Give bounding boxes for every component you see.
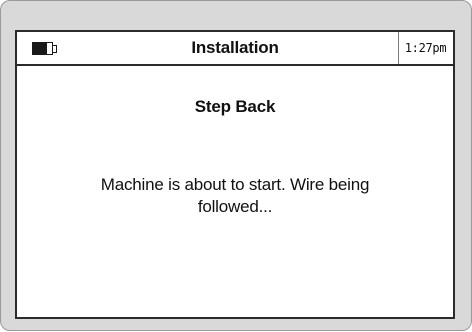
status-bar: Installation 1:27pm: [17, 32, 453, 66]
screen-title: Installation: [191, 38, 279, 57]
clock-time: 1:27pm: [404, 41, 447, 55]
step-heading: Step Back: [194, 97, 276, 116]
display-screen: Installation 1:27pm Step Back Machine is…: [15, 30, 455, 319]
status-message: Machine is about to start. Wire being fo…: [100, 175, 370, 216]
